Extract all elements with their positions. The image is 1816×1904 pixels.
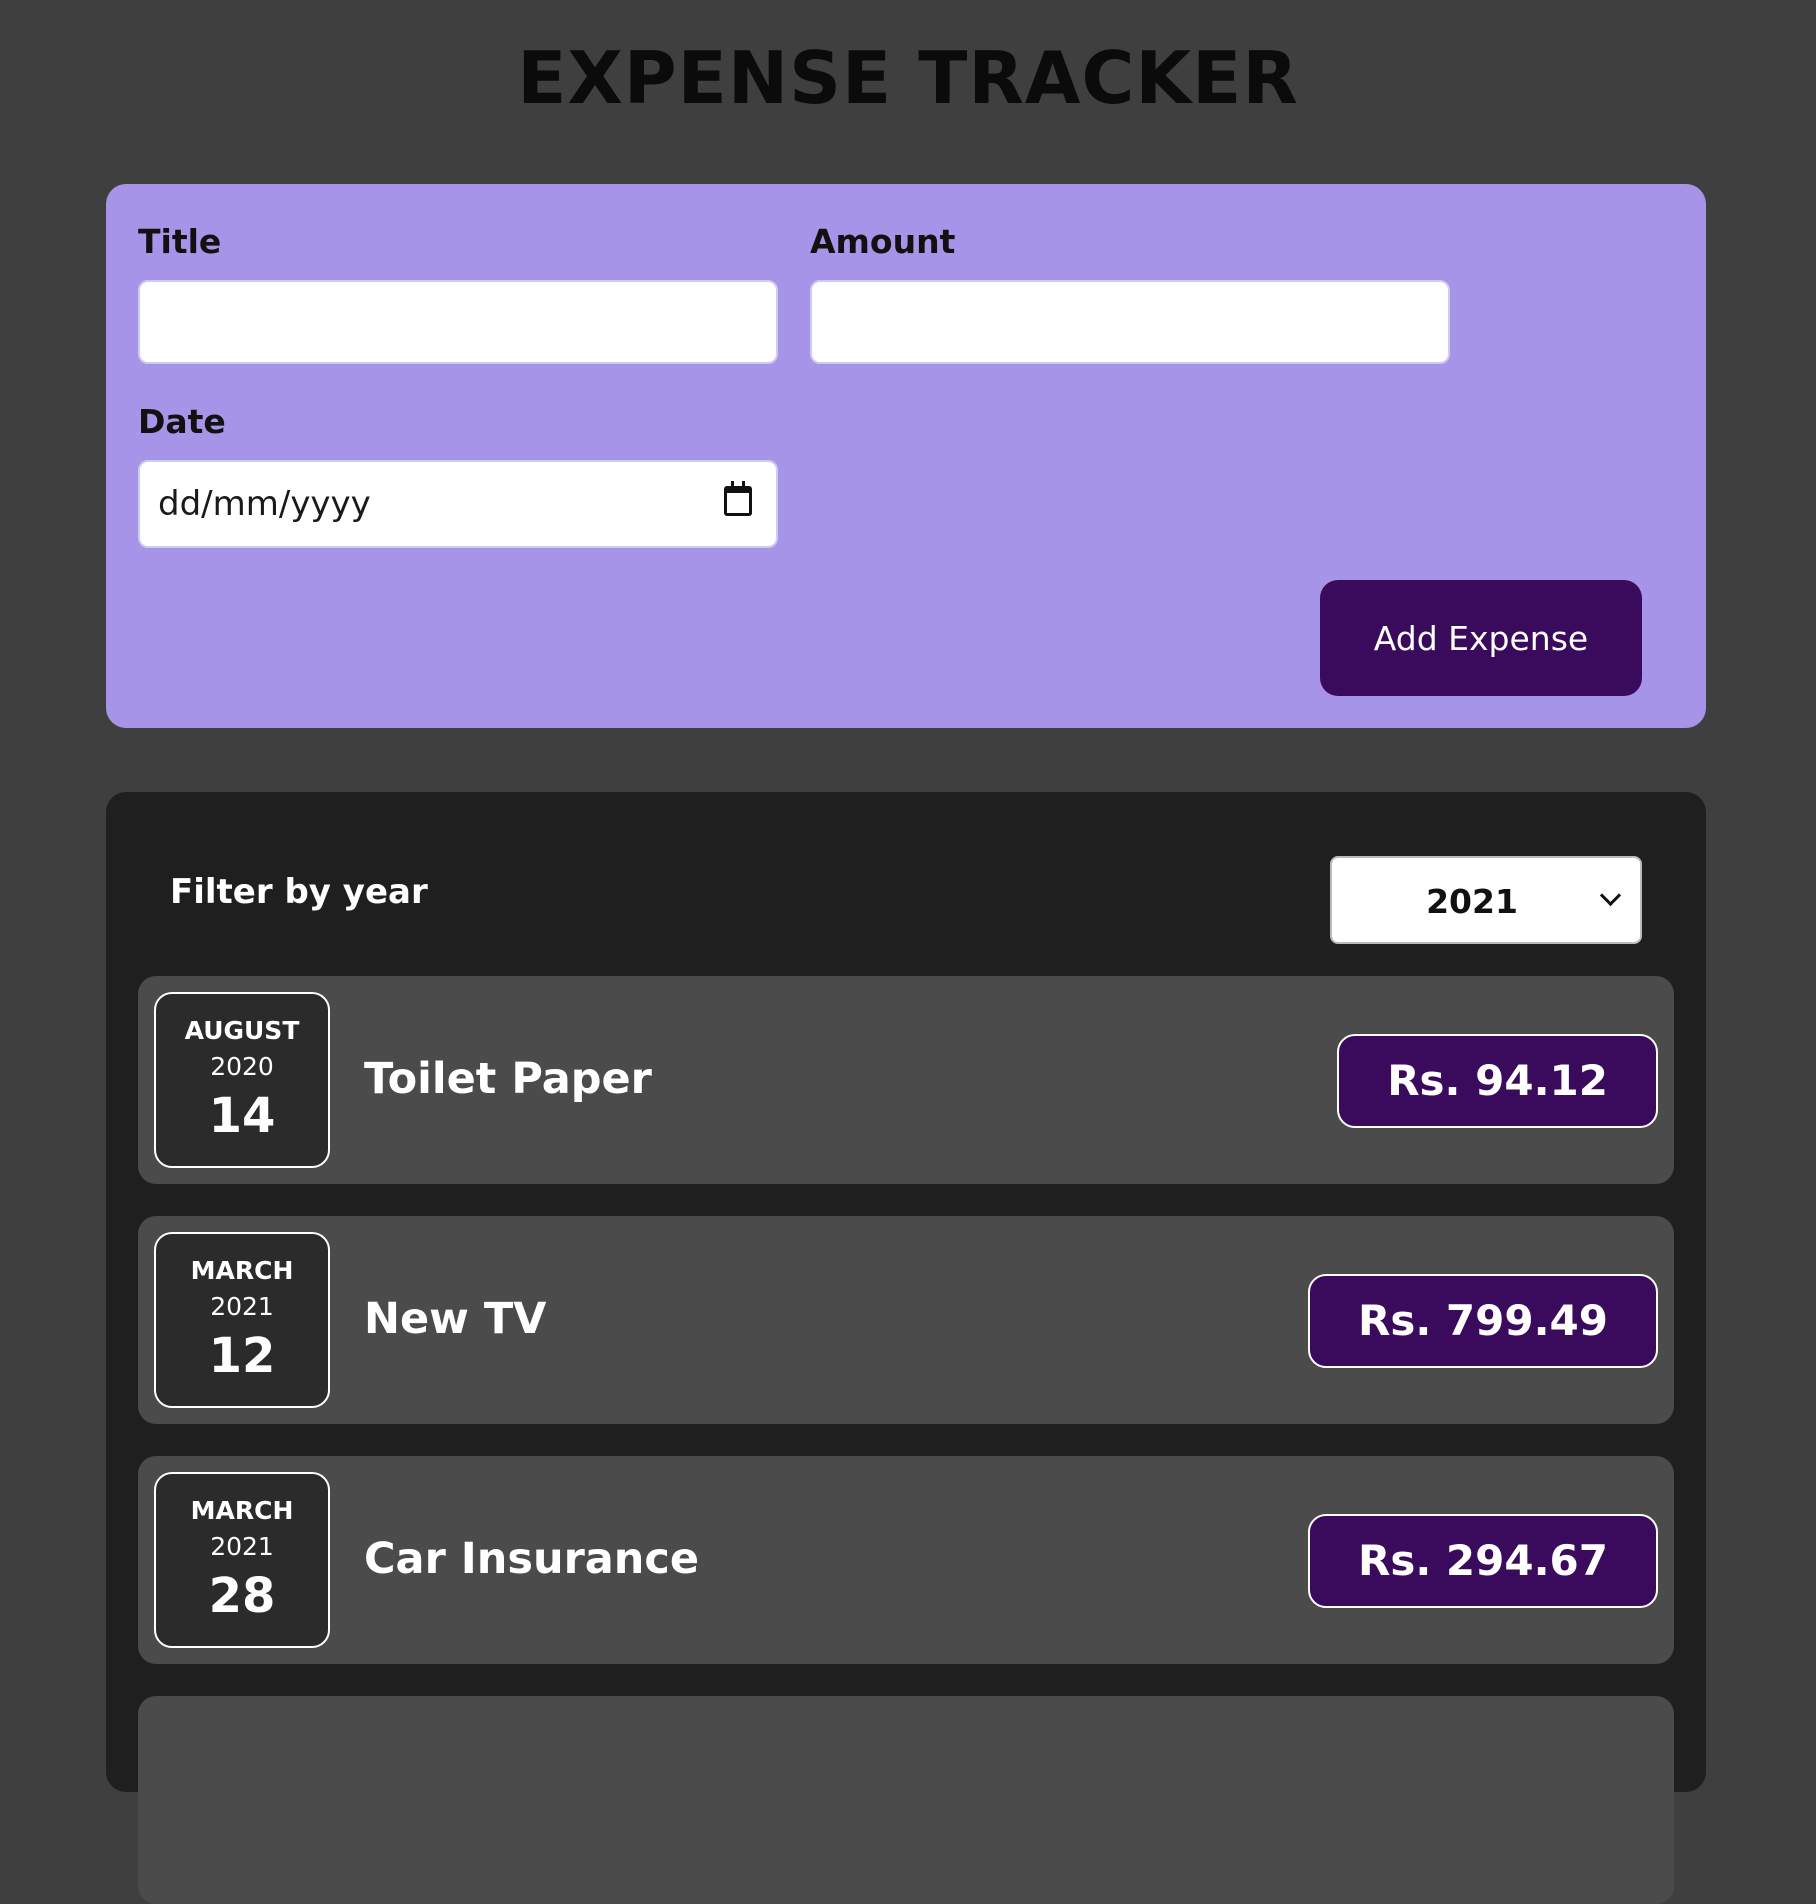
expense-amount: Rs. 94.12 — [1337, 1034, 1658, 1128]
title-input[interactable] — [138, 280, 778, 364]
new-expense-form: Title Amount Date dd/mm/yyyy Add Expense — [106, 184, 1706, 728]
expense-item[interactable]: MARCH 2021 28 Car Insurance Rs. 294.67 — [138, 1456, 1674, 1664]
expense-year: 2021 — [210, 1532, 274, 1561]
expense-date: AUGUST 2020 14 — [154, 992, 330, 1168]
expense-year: 2021 — [210, 1292, 274, 1321]
expense-title: New TV — [364, 1294, 547, 1344]
calendar-icon[interactable] — [724, 481, 752, 516]
expense-title: Car Insurance — [364, 1534, 700, 1584]
expense-day: 14 — [208, 1088, 276, 1144]
expense-amount: Rs. 294.67 — [1308, 1514, 1658, 1608]
expense-month: MARCH — [190, 1256, 294, 1285]
date-label: Date — [138, 402, 226, 441]
expense-item[interactable]: MARCH 2021 12 New TV Rs. 799.49 — [138, 1216, 1674, 1424]
expense-year: 2020 — [210, 1052, 274, 1081]
expense-item-partial — [138, 1696, 1674, 1904]
expense-title: Toilet Paper — [364, 1054, 652, 1104]
expense-item[interactable]: AUGUST 2020 14 Toilet Paper Rs. 94.12 — [138, 976, 1674, 1184]
filter-label: Filter by year — [170, 872, 428, 912]
year-filter-select[interactable]: 2021 — [1330, 856, 1642, 944]
title-label: Title — [138, 222, 222, 261]
date-placeholder: dd/mm/yyyy — [158, 484, 371, 524]
expense-date: MARCH 2021 12 — [154, 1232, 330, 1408]
expense-day: 12 — [208, 1328, 276, 1384]
amount-label: Amount — [810, 222, 956, 261]
expense-date: MARCH 2021 28 — [154, 1472, 330, 1648]
expenses-list-card: Filter by year 2021 AUGUST 2020 14 Toile… — [106, 792, 1706, 1904]
selected-year: 2021 — [1426, 882, 1518, 921]
amount-input[interactable] — [810, 280, 1450, 364]
add-expense-button[interactable]: Add Expense — [1320, 580, 1642, 696]
expense-day: 28 — [208, 1568, 276, 1624]
expense-amount: Rs. 799.49 — [1308, 1274, 1658, 1368]
date-input[interactable]: dd/mm/yyyy — [138, 460, 778, 548]
page-title: EXPENSE TRACKER — [517, 36, 1299, 120]
expense-month: MARCH — [190, 1496, 294, 1525]
expense-month: AUGUST — [184, 1016, 300, 1045]
